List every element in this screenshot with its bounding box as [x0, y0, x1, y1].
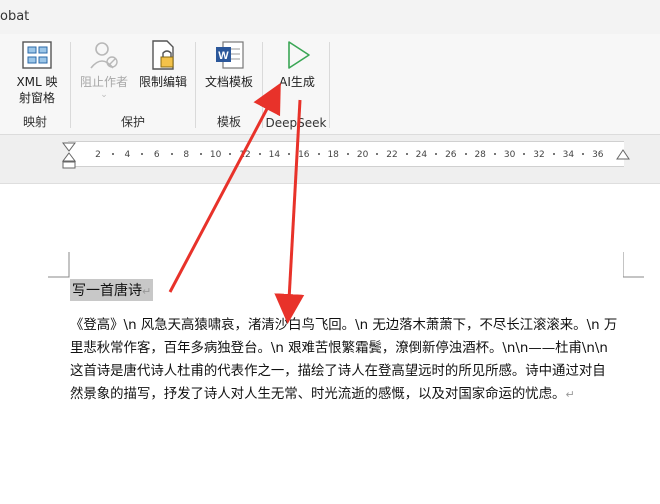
ruler-tick: 24	[415, 150, 428, 160]
ruler-tick: 8	[183, 150, 190, 160]
ruler-dot	[258, 153, 261, 155]
xml-mapping-icon	[20, 38, 54, 72]
ruler-tick: 30	[503, 150, 516, 160]
group-label-mapping: 映射	[22, 115, 47, 129]
ruler-dot	[376, 153, 379, 155]
page-corner-top-right	[623, 252, 644, 278]
ruler-dot	[317, 153, 320, 155]
ruler-dot	[229, 153, 232, 155]
chevron-down-icon: ⌄	[100, 90, 108, 100]
ruler-tick: 32	[533, 150, 545, 160]
paragraph-mark: ↵	[565, 388, 575, 401]
ruler-dot	[582, 153, 585, 155]
ruler-tick: 28	[474, 150, 486, 160]
ruler-dot	[552, 153, 555, 155]
heading-text: 写一首唐诗	[72, 283, 142, 299]
ruler-dot	[493, 153, 496, 155]
block-author-label: 阻止作者	[79, 75, 128, 89]
xml-mapping-button[interactable]: XML 映 射窗格	[6, 38, 68, 106]
ribbon-group-template: W 文档模板 模板	[196, 34, 262, 134]
ruler-tick: 16	[298, 150, 310, 160]
group-label-template: 模板	[216, 115, 241, 129]
ruler-tick: 34	[562, 150, 575, 160]
window-title: obat	[0, 9, 30, 24]
right-indent-marker[interactable]	[616, 148, 630, 162]
ruler-tick: 20	[356, 150, 369, 160]
left-indent-marker-outline	[62, 142, 76, 169]
xml-mapping-label-1: XML 映	[16, 75, 58, 89]
block-author-icon	[87, 38, 121, 72]
ruler-dot	[170, 153, 173, 155]
ribbon-group-protect: 阻止作者 ⌄ 限制编辑 保护	[71, 34, 195, 134]
play-icon	[280, 38, 314, 72]
ruler-dot	[435, 153, 438, 155]
restrict-editing-button[interactable]: 限制编辑	[133, 38, 193, 90]
ribbon: XML 映 射窗格 映射 阻止作者 ⌄ 限制编辑 保护 W 文档模板 模板 AI…	[0, 34, 660, 135]
ruler-tick: 10	[209, 150, 222, 160]
ruler-tick: 18	[327, 150, 339, 160]
ruler-dot	[141, 153, 144, 155]
ruler-dot	[523, 153, 526, 155]
document-heading[interactable]: 写一首唐诗↵	[70, 279, 154, 301]
restrict-editing-label: 限制编辑	[138, 75, 187, 89]
ribbon-group-mapping: XML 映 射窗格 映射	[0, 34, 70, 134]
document-template-button[interactable]: W 文档模板	[200, 38, 258, 90]
body-text: 《登高》\n 风急天高猿啸哀，渚清沙白鸟飞回。\n 无边落木萧萧下，不尽长江滚滚…	[70, 318, 618, 402]
horizontal-ruler[interactable]: 2 4 6 8 10 12 14 16 18 20 22 24 26 28 30 32 34 36	[68, 141, 624, 167]
ruler-dot	[111, 153, 114, 155]
document-body[interactable]: 《登高》\n 风急天高猿啸哀，渚清沙白鸟飞回。\n 无边落木萧萧下，不尽长江滚滚…	[70, 314, 618, 406]
word-template-icon: W	[212, 38, 246, 72]
ai-generate-label: AI生成	[279, 75, 315, 89]
ruler-tick: 14	[268, 150, 281, 160]
paragraph-mark: ↵	[142, 285, 152, 298]
block-author-button[interactable]: 阻止作者 ⌄	[77, 38, 131, 100]
ruler-tick: 2	[95, 150, 101, 160]
ruler-tick: 6	[153, 150, 160, 160]
restrict-editing-icon	[146, 38, 180, 72]
ribbon-group-deepseek: AI生成 DeepSeek	[263, 34, 329, 134]
ruler-dot	[464, 153, 467, 155]
xml-mapping-label-2: 射窗格	[18, 91, 55, 105]
svg-text:W: W	[218, 50, 229, 62]
ruler-dot	[346, 153, 349, 155]
ribbon-separator	[329, 42, 330, 128]
ruler-tick: 4	[124, 150, 131, 160]
group-label-protect: 保护	[120, 115, 145, 129]
ruler-dot	[288, 153, 291, 155]
ruler-tick: 12	[239, 150, 251, 160]
ruler-tick: 36	[592, 150, 604, 160]
ruler-tick: 26	[445, 150, 457, 160]
document-template-label: 文档模板	[204, 75, 253, 89]
group-label-deepseek: DeepSeek	[265, 116, 327, 130]
page-corner-top-left	[48, 252, 70, 278]
ai-generate-button[interactable]: AI生成	[269, 38, 325, 90]
ruler-area: 2 4 6 8 10 12 14 16 18 20 22 24 26 28 30 32 34 36	[0, 135, 660, 184]
ruler-tick: 22	[386, 150, 398, 160]
ruler-dot	[199, 153, 202, 155]
title-bar: obat	[0, 0, 660, 35]
ruler-dot	[405, 153, 408, 155]
